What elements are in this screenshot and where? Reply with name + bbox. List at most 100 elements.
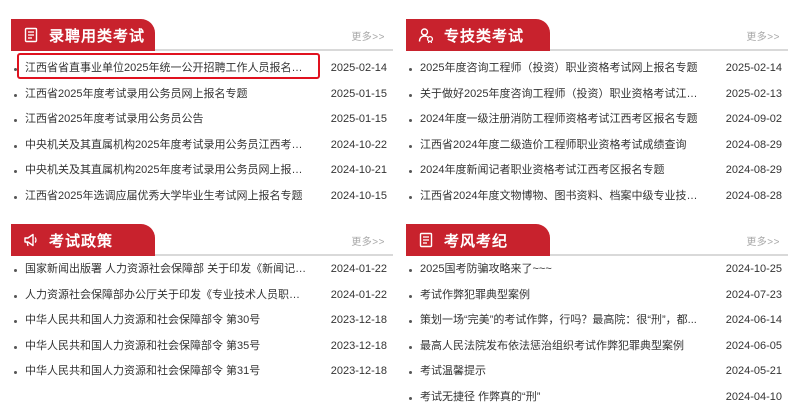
list-item[interactable]: 江西省2025年度考试录用公务员网上报名专题 2025-01-15 <box>11 82 393 108</box>
item-title[interactable]: 国家新闻出版署 人力资源社会保障部 关于印发《新闻记者职... <box>25 257 309 283</box>
user-certificate-icon <box>418 27 434 43</box>
list-item[interactable]: 考试无捷径 作弊真的“刑” 2024-04-10 <box>406 385 788 411</box>
item-date: 2025-02-14 <box>330 62 387 74</box>
bullet <box>409 144 412 148</box>
item-title[interactable]: 最高人民法院发布依法惩治组织考试作弊犯罪典型案例 <box>420 334 704 360</box>
list-item[interactable]: 江西省2025年选调应届优秀大学毕业生考试网上报名专题 2024-10-15 <box>11 184 393 210</box>
panel-header: 考试政策 更多>> <box>11 224 393 256</box>
bullet <box>14 195 17 199</box>
item-date: 2024-08-28 <box>725 189 782 202</box>
panel-professional-exams: 专技类考试 更多>> 2025年度咨询工程师（投资）职业资格考试网上报名专题 20… <box>406 19 788 209</box>
more-link[interactable]: 更多>> <box>351 28 385 43</box>
item-title[interactable]: 江西省2025年度考试录用公务员公告 <box>25 107 309 133</box>
list-item[interactable]: 江西省2025年度考试录用公务员公告 2025-01-15 <box>11 107 393 133</box>
bullet <box>409 396 412 400</box>
item-date: 2024-06-05 <box>725 339 782 352</box>
more-link[interactable]: 更多>> <box>746 233 780 248</box>
news-list: 江西省省直事业单位2025年统一公开招聘工作人员报名专题 2025-02-14 江… <box>11 51 393 209</box>
item-date: 2024-10-21 <box>330 164 387 176</box>
item-title[interactable]: 考试无捷径 作弊真的“刑” <box>420 385 704 411</box>
item-title[interactable]: 2025年度咨询工程师（投资）职业资格考试网上报名专题 <box>420 56 704 82</box>
bullet <box>409 371 412 374</box>
item-title[interactable]: 中华人民共和国人力资源和社会保障部令 第31号 <box>25 359 309 385</box>
panel-header: 考风考纪 更多>> <box>406 224 788 256</box>
bullet <box>409 170 412 173</box>
item-date: 2023-12-18 <box>330 314 387 326</box>
item-title[interactable]: 人力资源社会保障部办公厅关于印发《专业技术人员职业资格... <box>25 283 309 309</box>
item-title[interactable]: 江西省2025年选调应届优秀大学毕业生考试网上报名专题 <box>25 184 309 210</box>
tab-professional-exams[interactable]: 专技类考试 <box>406 19 550 51</box>
item-title[interactable]: 考试作弊犯罪典型案例 <box>420 283 704 309</box>
item-date: 2024-10-25 <box>725 263 782 275</box>
document-icon <box>418 232 434 248</box>
list-item[interactable]: 国家新闻出版署 人力资源社会保障部 关于印发《新闻记者职... 2024-01-2… <box>11 257 393 283</box>
list-item[interactable]: 考试作弊犯罪典型案例 2024-07-23 <box>406 283 788 309</box>
list-item[interactable]: 策划一场“完美”的考试作弊，行吗？最高院：很“刑”，都... 2024-06-14 <box>406 308 788 334</box>
panel-exam-discipline: 考风考纪 更多>> 2025国考防骗攻略来了~~~ 2024-10-25 考试作弊… <box>406 224 788 410</box>
item-title[interactable]: 关于做好2025年度咨询工程师（投资）职业资格考试江西考... <box>420 82 704 108</box>
list-item[interactable]: 江西省2024年度二级造价工程师职业资格考试成绩查询 2024-08-29 <box>406 133 788 159</box>
item-date: 2024-04-10 <box>725 390 782 403</box>
item-title[interactable]: 江西省2024年度文物博物、图书资料、档案中级专业技术资... <box>420 184 704 210</box>
bullet <box>14 93 17 97</box>
list-item[interactable]: 2024年度新闻记者职业资格考试江西考区报名专题 2024-08-29 <box>406 158 788 184</box>
item-date: 2024-05-21 <box>725 365 782 377</box>
tab-recruitment-exams[interactable]: 录聘用类考试 <box>11 19 155 51</box>
item-date: 2024-01-22 <box>330 263 387 275</box>
item-date: 2024-08-29 <box>725 138 782 151</box>
list-item[interactable]: 中华人民共和国人力资源和社会保障部令 第35号 2023-12-18 <box>11 334 393 360</box>
list-item[interactable]: 中华人民共和国人力资源和社会保障部令 第30号 2023-12-18 <box>11 308 393 334</box>
tab-exam-discipline[interactable]: 考风考纪 <box>406 224 550 256</box>
list-item[interactable]: 2025年度咨询工程师（投资）职业资格考试网上报名专题 2025-02-14 <box>406 56 788 82</box>
bullet <box>14 345 17 349</box>
news-list: 2025国考防骗攻略来了~~~ 2024-10-25 考试作弊犯罪典型案例 2024… <box>406 256 788 410</box>
list-item[interactable]: 江西省省直事业单位2025年统一公开招聘工作人员报名专题 2025-02-14 <box>11 56 393 82</box>
more-link[interactable]: 更多>> <box>351 233 385 248</box>
item-title[interactable]: 中央机关及其直属机构2025年度考试录用公务员江西考区报... <box>25 133 309 159</box>
list-item[interactable]: 最高人民法院发布依法惩治组织考试作弊犯罪典型案例 2024-06-05 <box>406 334 788 360</box>
bullet <box>409 320 412 323</box>
item-title[interactable]: 2024年度一级注册消防工程师资格考试江西考区报名专题 <box>420 107 704 133</box>
item-date: 2024-10-15 <box>330 189 387 202</box>
item-date: 2023-12-18 <box>330 365 387 377</box>
bullet <box>409 269 412 272</box>
megaphone-icon <box>23 232 39 248</box>
list-item[interactable]: 考试温馨提示 2024-05-21 <box>406 359 788 385</box>
item-title[interactable]: 策划一场“完美”的考试作弊，行吗？最高院：很“刑”，都... <box>420 308 704 334</box>
list-item[interactable]: 中央机关及其直属机构2025年度考试录用公务员江西考区报... 2024-10-2… <box>11 133 393 159</box>
more-link[interactable]: 更多>> <box>746 28 780 43</box>
news-list: 2025年度咨询工程师（投资）职业资格考试网上报名专题 2025-02-14 关于… <box>406 51 788 209</box>
list-item[interactable]: 2025国考防骗攻略来了~~~ 2024-10-25 <box>406 257 788 283</box>
item-title[interactable]: 2024年度新闻记者职业资格考试江西考区报名专题 <box>420 158 704 184</box>
item-date: 2024-07-23 <box>725 288 782 301</box>
list-item[interactable]: 中央机关及其直属机构2025年度考试录用公务员网上报名专题 2024-10-21 <box>11 158 393 184</box>
bullet <box>409 294 412 298</box>
bullet <box>14 294 17 298</box>
item-title[interactable]: 江西省2024年度二级造价工程师职业资格考试成绩查询 <box>420 133 704 159</box>
item-title[interactable]: 江西省2025年度考试录用公务员网上报名专题 <box>25 82 309 108</box>
list-item[interactable]: 江西省2024年度文物博物、图书资料、档案中级专业技术资... 2024-08-2… <box>406 184 788 210</box>
item-title[interactable]: 2025国考防骗攻略来了~~~ <box>420 257 704 283</box>
item-title[interactable]: 中央机关及其直属机构2025年度考试录用公务员网上报名专题 <box>25 158 309 184</box>
item-title[interactable]: 江西省省直事业单位2025年统一公开招聘工作人员报名专题 <box>25 56 309 82</box>
item-title[interactable]: 考试温馨提示 <box>420 359 704 385</box>
list-item[interactable]: 2024年度一级注册消防工程师资格考试江西考区报名专题 2024-09-02 <box>406 107 788 133</box>
item-date: 2025-02-14 <box>725 62 782 74</box>
list-item[interactable]: 中华人民共和国人力资源和社会保障部令 第31号 2023-12-18 <box>11 359 393 385</box>
item-date: 2023-12-18 <box>330 339 387 352</box>
list-item[interactable]: 关于做好2025年度咨询工程师（投资）职业资格考试江西考... 2025-02-1… <box>406 82 788 108</box>
tab-label: 录聘用类考试 <box>49 27 146 45</box>
item-title[interactable]: 中华人民共和国人力资源和社会保障部令 第30号 <box>25 308 309 334</box>
tab-exam-policy[interactable]: 考试政策 <box>11 224 155 256</box>
item-date: 2024-09-02 <box>725 113 782 125</box>
item-date: 2024-01-22 <box>330 288 387 301</box>
document-icon <box>23 27 39 43</box>
item-date: 2025-02-13 <box>725 87 782 100</box>
panel-header: 专技类考试 更多>> <box>406 19 788 51</box>
bullet <box>14 119 17 122</box>
list-item[interactable]: 人力资源社会保障部办公厅关于印发《专业技术人员职业资格... 2024-01-22 <box>11 283 393 309</box>
bullet <box>14 68 17 71</box>
panel-recruitment-exams: 录聘用类考试 更多>> 江西省省直事业单位2025年统一公开招聘工作人员报名专题… <box>11 19 393 209</box>
item-title[interactable]: 中华人民共和国人力资源和社会保障部令 第35号 <box>25 334 309 360</box>
tab-label: 专技类考试 <box>444 27 525 45</box>
